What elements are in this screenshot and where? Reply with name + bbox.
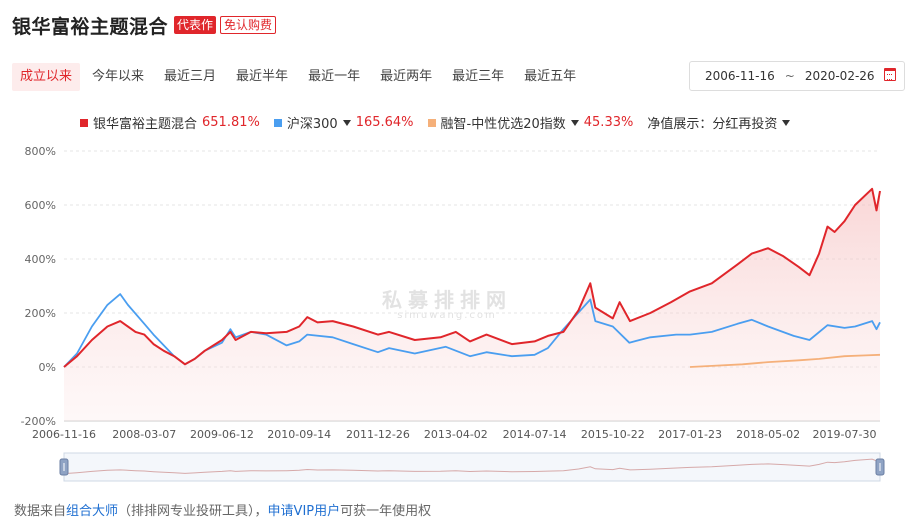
end-date[interactable]: 2020-02-26 xyxy=(805,69,875,83)
nav-mode-label: 净值展示：分红再投资 xyxy=(647,117,778,132)
chevron-down-icon[interactable] xyxy=(342,120,351,126)
x-tick-label: 2006-11-16 xyxy=(32,428,96,441)
footer-suffix: 可获一年使用权 xyxy=(340,504,432,519)
x-tick-label: 2015-10-22 xyxy=(581,428,645,441)
x-tick-label: 2019-07-30 xyxy=(813,428,877,441)
x-tick-label: 2009-06-12 xyxy=(190,428,254,441)
tab-3-years[interactable]: 最近三年 xyxy=(444,63,512,91)
date-range-picker[interactable]: 2006-11-16 ~ 2020-02-26 xyxy=(689,61,905,91)
apply-vip-link[interactable]: 申请VIP用户 xyxy=(268,504,341,519)
free-subscription-badge[interactable]: 免认购费 xyxy=(220,16,277,34)
y-tick-label: 800% xyxy=(25,145,56,158)
legend-swatch-hs300 xyxy=(273,118,282,127)
fund-title: 银华富裕主题混合 xyxy=(12,15,169,38)
legend-value-fund: 651.81% xyxy=(202,115,260,130)
combo-master-link[interactable]: 组合大师 xyxy=(66,504,118,519)
tab-year-to-date[interactable]: 今年以来 xyxy=(84,63,152,91)
period-tabs: 成立以来 今年以来 最近三月 最近半年 最近一年 最近两年 最近三年 最近五年 xyxy=(12,63,588,91)
tab-2-years[interactable]: 最近两年 xyxy=(372,63,440,91)
start-date[interactable]: 2006-11-16 xyxy=(705,69,775,83)
legend-name-rongzhi: 融智-中性优选20指数 xyxy=(440,117,566,132)
fund-area xyxy=(64,188,880,421)
chevron-down-icon[interactable] xyxy=(570,120,579,126)
x-tick-label: 2008-03-07 xyxy=(112,428,176,441)
x-tick-label: 2010-09-14 xyxy=(267,428,331,441)
chart-legend: 银华富裕主题混合 651.81% 沪深300 165.64% 融智-中性优选20… xyxy=(80,113,791,132)
tab-3-months[interactable]: 最近三月 xyxy=(156,63,224,91)
legend-name-hs300: 沪深300 xyxy=(286,117,338,132)
legend-item-rongzhi[interactable]: 融智-中性优选20指数 45.33% xyxy=(427,113,634,132)
legend-item-hs300[interactable]: 沪深300 165.64% xyxy=(273,113,414,132)
tab-1-year[interactable]: 最近一年 xyxy=(300,63,368,91)
x-tick-label: 2011-12-26 xyxy=(346,428,410,441)
range-navigator xyxy=(63,452,881,482)
fund-header: 银华富裕主题混合 代表作 免认购费 xyxy=(12,12,277,38)
tab-since-inception[interactable]: 成立以来 xyxy=(12,63,81,91)
tab-5-years[interactable]: 最近五年 xyxy=(516,63,584,91)
legend-swatch-rongzhi xyxy=(427,118,436,127)
calendar-icon[interactable] xyxy=(884,68,896,81)
x-tick-label: 2017-01-23 xyxy=(658,428,722,441)
y-tick-label: 0% xyxy=(39,361,56,374)
x-tick-label: 2014-07-14 xyxy=(503,428,567,441)
legend-item-fund[interactable]: 银华富裕主题混合 651.81% xyxy=(80,113,260,132)
tab-6-months[interactable]: 最近半年 xyxy=(228,63,296,91)
performance-chart[interactable]: 800% 600% 400% 200% 0% -200%2006-11-16 2008-03… xyxy=(0,138,917,493)
legend-swatch-fund xyxy=(80,118,88,127)
footer-prefix: 数据来自 xyxy=(14,504,67,519)
x-tick-label: 2018-05-02 xyxy=(736,428,800,441)
nav-mode-select[interactable]: 净值展示：分红再投资 xyxy=(647,113,791,132)
chevron-down-icon[interactable] xyxy=(782,120,791,126)
y-tick-label: -200% xyxy=(21,415,56,428)
x-tick-label: 2013-04-02 xyxy=(424,428,488,441)
footer-mid: （排排网专业投研工具）， xyxy=(118,504,268,519)
legend-value-hs300: 165.64% xyxy=(355,115,414,130)
date-separator: ~ xyxy=(784,69,795,83)
y-tick-label: 400% xyxy=(25,253,56,266)
representative-badge: 代表作 xyxy=(174,16,217,34)
y-tick-label: 200% xyxy=(25,307,56,320)
legend-value-rongzhi: 45.33% xyxy=(583,115,634,130)
y-tick-label: 600% xyxy=(25,199,56,212)
data-source-note: 数据来自组合大师（排排网专业投研工具），申请VIP用户可获一年使用权 xyxy=(14,500,431,519)
legend-name-fund: 银华富裕主题混合 xyxy=(93,117,198,132)
